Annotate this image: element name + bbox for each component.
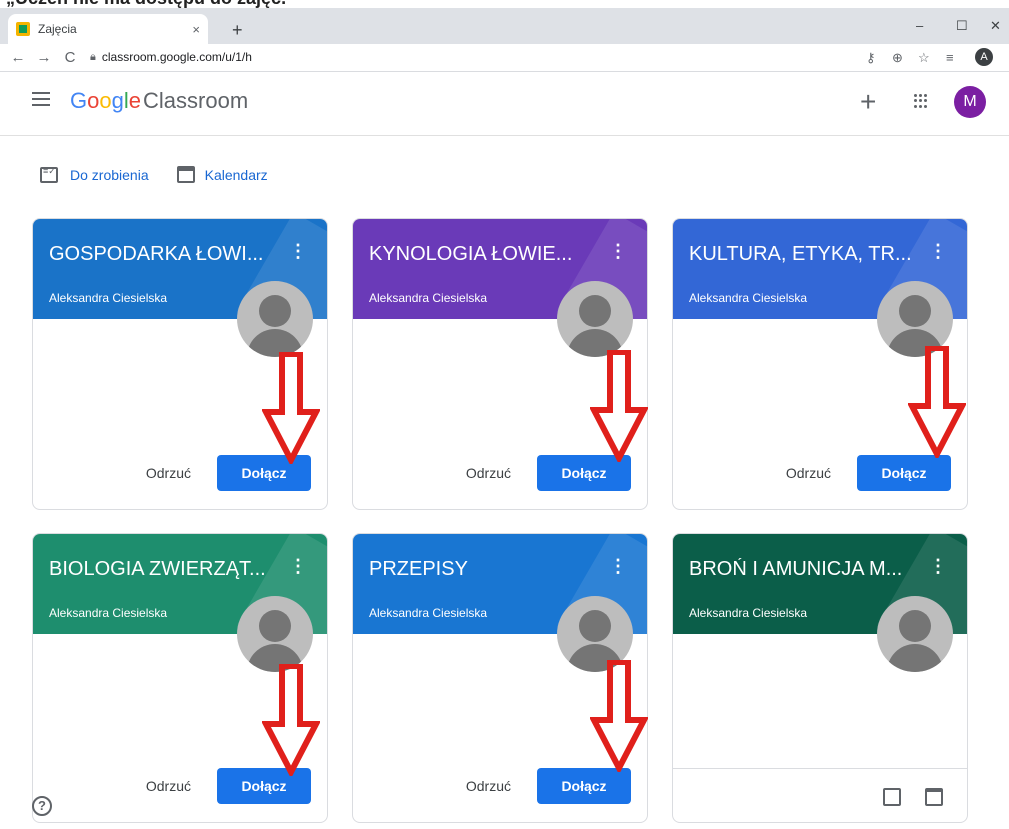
address-bar[interactable]: 🔒︎ classroom.google.com/u/1/h [90, 46, 819, 68]
reload-icon[interactable]: C [62, 49, 78, 66]
join-button[interactable]: Dołącz [857, 455, 951, 491]
folder-icon[interactable] [925, 788, 943, 806]
annotation-arrow [262, 664, 320, 776]
minimize-button[interactable]: – [916, 18, 923, 33]
classroom-favicon-icon [16, 22, 30, 36]
google-classroom-logo[interactable]: GoogleClassroom [70, 88, 248, 114]
teacher-name: Aleksandra Ciesielska [49, 606, 168, 620]
join-button[interactable]: Dołącz [537, 768, 631, 804]
teacher-name: Aleksandra Ciesielska [689, 291, 808, 305]
reading-list-icon[interactable]: ≡ [946, 50, 954, 65]
teacher-name: Aleksandra Ciesielska [689, 606, 808, 620]
class-title[interactable]: KYNOLOGIA ŁOWIE... [369, 243, 609, 266]
help-icon[interactable]: ? [32, 796, 52, 816]
teacher-avatar [557, 281, 633, 357]
browser-toolbar: ← → C 🔒︎ classroom.google.com/u/1/h ⚷ ⊕ … [0, 44, 1009, 72]
forward-arrow-icon[interactable]: → [36, 49, 52, 66]
teacher-avatar [237, 596, 313, 672]
zoom-icon[interactable]: ⊕ [892, 50, 903, 66]
key-icon[interactable]: ⚷ [866, 50, 876, 66]
reject-button[interactable]: Odrzuć [146, 778, 191, 794]
teacher-avatar [877, 596, 953, 672]
reject-button[interactable]: Odrzuć [786, 465, 831, 481]
top-caption-crop: „Uczeń nie ma dostępu do zajęć. [0, 0, 1009, 8]
annotation-arrow [908, 346, 966, 458]
class-title[interactable]: BIOLOGIA ZWIERZĄT... [49, 558, 289, 581]
annotation-arrow [590, 350, 648, 462]
bookmark-star-icon[interactable]: ☆ [918, 50, 930, 66]
browser-profile-avatar[interactable]: A [975, 48, 993, 66]
lock-icon: 🔒︎ [90, 50, 96, 63]
reject-button[interactable]: Odrzuć [466, 465, 511, 481]
teacher-avatar [237, 281, 313, 357]
add-class-button[interactable]: + [860, 86, 876, 118]
annotation-arrow [262, 352, 320, 464]
user-avatar[interactable]: M [954, 86, 986, 118]
card-footer [673, 768, 967, 822]
class-title[interactable]: KULTURA, ETYKA, TR... [689, 243, 929, 266]
class-title[interactable]: PRZEPISY [369, 558, 609, 581]
new-tab-button[interactable]: + [232, 20, 243, 41]
tab-close-icon[interactable]: × [192, 22, 200, 37]
teacher-name: Aleksandra Ciesielska [49, 291, 168, 305]
teacher-name: Aleksandra Ciesielska [369, 606, 488, 620]
url-text: classroom.google.com/u/1/h [101, 50, 252, 64]
menu-icon[interactable] [32, 92, 50, 106]
top-caption: „Uczeń nie ma dostępu do zajęć. [6, 0, 286, 8]
browser-tab[interactable]: Zajęcia × [8, 14, 208, 44]
todo-icon [40, 166, 58, 183]
browser-tabstrip: Zajęcia × + – ☐ ✕ [0, 8, 1009, 44]
class-card[interactable]: BROŃ I AMUNICJA M... Aleksandra Ciesiels… [672, 533, 968, 823]
window-close-button[interactable]: ✕ [990, 18, 1001, 34]
maximize-button[interactable]: ☐ [956, 18, 968, 34]
reject-button[interactable]: Odrzuć [146, 465, 191, 481]
classroom-header: GoogleClassroom + [0, 72, 1009, 136]
back-arrow-icon[interactable]: ← [10, 49, 26, 66]
subnav: Do zrobienia Kalendarz [40, 166, 268, 183]
teacher-name: Aleksandra Ciesielska [369, 291, 488, 305]
apps-grid-icon[interactable] [914, 94, 928, 108]
calendar-icon [176, 166, 195, 183]
class-title[interactable]: BROŃ I AMUNICJA M... [689, 558, 929, 581]
calendar-link[interactable]: Kalendarz [205, 167, 268, 183]
classwork-portrait-icon[interactable] [883, 788, 901, 806]
annotation-arrow [590, 660, 648, 772]
class-title[interactable]: GOSPODARKA ŁOWI... [49, 243, 289, 266]
tab-title: Zajęcia [38, 22, 77, 36]
todo-link[interactable]: Do zrobienia [70, 167, 149, 183]
reject-button[interactable]: Odrzuć [466, 778, 511, 794]
